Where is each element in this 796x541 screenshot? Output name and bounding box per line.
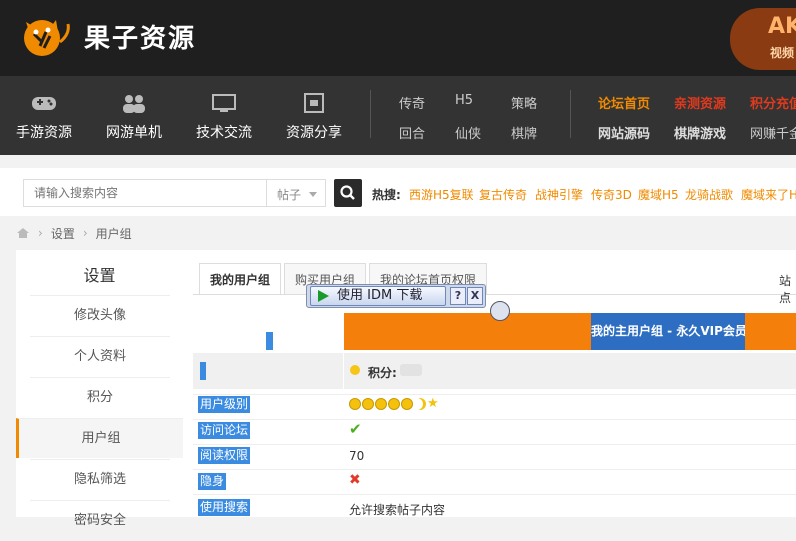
home-icon[interactable] <box>16 227 30 239</box>
score-value-redacted <box>400 364 422 376</box>
nav-tech[interactable]: 技术交流 <box>184 92 264 142</box>
idm-download-button[interactable]: 使用 IDM 下载 <box>310 286 446 306</box>
row-label-read-permission: 阅读权限 <box>198 447 251 464</box>
nav-divider <box>370 90 371 138</box>
row-label-invisible: 隐身 <box>198 473 227 490</box>
site-link[interactable]: 站点 <box>779 272 796 306</box>
sidebar-item-avatar[interactable]: 修改头像 <box>30 295 170 336</box>
breadcrumb-usergroup: 用户组 <box>95 226 132 241</box>
sidebar-item-profile[interactable]: 个人资料 <box>30 336 170 377</box>
nav-share[interactable]: 资源分享 <box>274 92 354 142</box>
hot-search-item[interactable]: 魔域H5 <box>638 186 679 203</box>
breadcrumb: › 设置 › 用户组 <box>16 224 132 242</box>
search-button[interactable] <box>334 179 362 207</box>
hot-search-item[interactable]: 传奇3D <box>591 186 632 203</box>
tab-underline <box>193 294 796 295</box>
nav-link-recharge[interactable]: 积分充值 <box>750 93 796 112</box>
nav-link-xianxia[interactable]: 仙侠 <box>455 123 481 142</box>
sidebar-item-privacy[interactable]: 隐私筛选 <box>30 459 170 500</box>
breadcrumb-settings[interactable]: 设置 <box>51 225 75 242</box>
nav-link-card-games[interactable]: 棋牌游戏 <box>674 123 726 142</box>
cross-icon: ✖ <box>349 472 361 488</box>
share-icon <box>304 93 324 113</box>
nav-label: 资源分享 <box>286 125 342 141</box>
hot-search-item[interactable]: 西游H5复联 <box>409 186 474 203</box>
header-marker <box>266 332 273 350</box>
tab-my-usergroup[interactable]: 我的用户组 <box>199 263 281 295</box>
nav-link-chuanqi[interactable]: 传奇 <box>399 93 425 112</box>
use-search-value: 允许搜索帖子内容 <box>349 503 446 517</box>
gamepad-icon <box>32 97 56 110</box>
nav-link-celue[interactable]: 策略 <box>511 93 537 112</box>
hot-search-item[interactable]: 龙骑战歌 <box>685 186 733 203</box>
row-label-visit-forum: 访问论坛 <box>198 422 251 439</box>
score-label: 积分: <box>368 366 397 380</box>
breadcrumb-separator: › <box>82 226 88 240</box>
idm-help-button[interactable]: ? <box>450 287 466 305</box>
row-divider <box>193 394 796 395</box>
monitor-icon <box>212 94 236 112</box>
score-marker <box>200 362 206 380</box>
search-icon <box>340 185 355 200</box>
nav-mobile-games[interactable]: 手游资源 <box>4 92 84 142</box>
row-divider <box>193 494 796 495</box>
nav-link-huihe[interactable]: 回合 <box>399 123 425 142</box>
smiley-icon <box>375 397 387 410</box>
sidebar-item-usergroup[interactable]: 用户组 <box>16 418 183 458</box>
row-label-user-level: 用户级别 <box>198 396 251 413</box>
nav-divider <box>570 90 571 138</box>
sidebar-title: 设置 <box>83 266 116 285</box>
nav-label: 技术交流 <box>196 125 252 141</box>
nav-online-games[interactable]: 网游单机 <box>94 92 174 142</box>
ad-banner-subtext: 视频 <box>770 46 795 60</box>
search-type-select[interactable]: 帖子 <box>266 179 326 207</box>
sidebar-item-password[interactable]: 密码安全 <box>30 500 170 541</box>
play-icon <box>318 290 329 302</box>
nav-label: 网游单机 <box>106 125 162 141</box>
smiley-icon <box>362 397 374 410</box>
nav-link-forum-home[interactable]: 论坛首页 <box>598 93 650 112</box>
check-icon: ✔ <box>349 420 362 438</box>
user-level-icons: ★ <box>349 396 439 411</box>
site-title: 果子资源 <box>84 23 197 54</box>
lightbulb-icon <box>350 365 360 375</box>
smiley-icon <box>401 397 413 410</box>
row-divider <box>193 469 796 470</box>
moon-icon <box>414 398 426 410</box>
read-permission-value: 70 <box>349 449 365 463</box>
ad-banner-text: AK <box>768 14 796 39</box>
row-divider <box>193 419 796 420</box>
hot-search-item[interactable]: 复古传奇 <box>479 186 527 203</box>
users-icon <box>123 95 145 113</box>
site-logo[interactable]: 果子资源 <box>16 10 196 62</box>
nav-link-qipai[interactable]: 棋牌 <box>511 123 537 142</box>
row-label-use-search: 使用搜索 <box>198 499 251 516</box>
idm-close-button[interactable]: X <box>467 287 483 305</box>
search-type-value: 帖子 <box>277 188 302 202</box>
mouse-cursor <box>490 301 510 321</box>
nav-link-h5[interactable]: H5 <box>455 93 473 108</box>
row-divider <box>193 444 796 445</box>
smiley-icon <box>349 397 361 410</box>
hot-search-label: 热搜: <box>372 188 401 202</box>
breadcrumb-separator: › <box>38 226 43 240</box>
nav-link-source-code[interactable]: 网站源码 <box>598 123 650 142</box>
smiley-icon <box>388 397 400 410</box>
chevron-down-icon <box>309 192 317 197</box>
search-input[interactable] <box>23 179 266 207</box>
nav-label: 手游资源 <box>16 125 72 141</box>
tiger-logo-icon <box>24 20 70 56</box>
nav-link-earn[interactable]: 网赚千金 <box>750 123 796 142</box>
nav-link-tested[interactable]: 亲测资源 <box>674 93 726 112</box>
star-icon: ★ <box>427 396 439 411</box>
usergroup-header: 我的主用户组 - 永久VIP会员 <box>591 313 745 350</box>
hot-search-item[interactable]: 魔域来了H5 <box>741 186 796 203</box>
score-row-left <box>193 353 343 389</box>
sidebar-item-credits[interactable]: 积分 <box>30 377 170 418</box>
hot-search-item[interactable]: 战神引擎 <box>535 186 583 203</box>
